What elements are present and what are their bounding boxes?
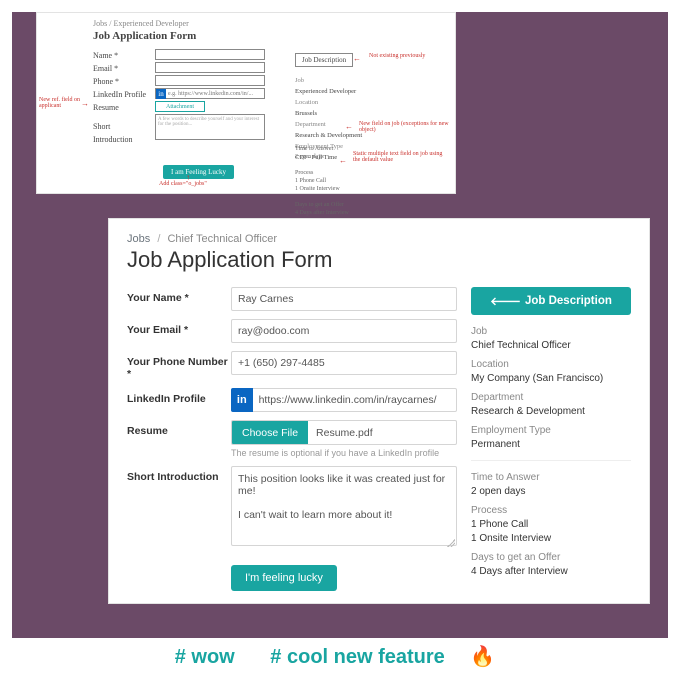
- fire-icon: 🔥: [470, 646, 495, 668]
- sketch-jobdesc-button: Job Description: [295, 53, 353, 67]
- phone-input[interactable]: [231, 351, 457, 375]
- email-input[interactable]: [231, 319, 457, 343]
- submit-button[interactable]: I'm feeling lucky: [231, 565, 337, 591]
- form-column: Your Name * Your Email * Your Phone Numb…: [127, 287, 457, 591]
- annotation-static-field: Static multiple text field on job using …: [353, 151, 443, 163]
- breadcrumb-current: Experienced Developer: [113, 19, 188, 28]
- name-input[interactable]: [231, 287, 457, 311]
- job-timing: Time to Answer2 open days Process 1 Phon…: [471, 471, 631, 579]
- breadcrumb-root[interactable]: Jobs: [93, 19, 107, 28]
- label-email: Your Email *: [127, 319, 231, 336]
- sketch-mockup-panel: Jobs / Experienced Developer Job Applica…: [36, 12, 456, 194]
- label-name: Your Name *: [127, 287, 231, 304]
- breadcrumb-current: Chief Technical Officer: [167, 233, 277, 245]
- job-application-card: Jobs / Chief Technical Officer Job Appli…: [108, 218, 650, 604]
- linkedin-icon: in: [231, 388, 253, 412]
- label-resume: Resume: [127, 420, 231, 437]
- hashtag-wow: # wow: [175, 646, 235, 668]
- linkedin-icon: in: [156, 89, 166, 99]
- annotation-not-existing: Not existing previously: [369, 53, 425, 59]
- label-phone: Your Phone Number *: [127, 351, 231, 380]
- arrow-icon: ←: [339, 156, 347, 165]
- breadcrumb: Jobs / Chief Technical Officer: [127, 233, 631, 245]
- sketch-title: Job Application Form: [93, 30, 196, 42]
- label-linkedin: LinkedIn Profile: [127, 388, 231, 405]
- choose-file-button[interactable]: Choose File: [232, 421, 308, 444]
- divider: [471, 460, 631, 461]
- hashtag-footer: # wow # cool new feature 🔥: [0, 644, 680, 669]
- arrow-icon: ←: [353, 54, 361, 63]
- label-intro: Short Introduction: [127, 466, 231, 483]
- sketch-field-labels: Name * Email * Phone * LinkedIn Profile …: [93, 49, 151, 133]
- intro-textarea[interactable]: [231, 466, 457, 546]
- sketch-field-inputs: ine.g. https://www.linkedin.com/in/... A…: [155, 49, 265, 140]
- sketch-breadcrumb: Jobs / Experienced Developer: [93, 19, 189, 28]
- annotation-new-field-job: New field on job (exceptions for new obj…: [359, 121, 449, 133]
- arrow-icon: →: [81, 99, 89, 108]
- hashtag-cool: # cool new feature 🔥: [260, 646, 505, 668]
- sidebar-column: 🡐 Job Description JobChief Technical Off…: [471, 287, 631, 591]
- job-description-button[interactable]: 🡐 Job Description: [471, 287, 631, 315]
- arrow-left-icon: 🡐: [490, 294, 521, 308]
- sketch-submit-button: I am Feeling Lucky: [163, 165, 234, 179]
- resume-hint: The resume is optional if you have a Lin…: [231, 448, 457, 458]
- arrow-icon: ←: [345, 122, 353, 131]
- linkedin-input[interactable]: [253, 388, 457, 412]
- chosen-filename: Resume.pdf: [308, 421, 456, 444]
- job-meta: JobChief Technical Officer LocationMy Co…: [471, 325, 631, 452]
- breadcrumb-root-link[interactable]: Jobs: [127, 233, 150, 245]
- page-title: Job Application Form: [127, 247, 631, 273]
- annotation-add-class: Add class="o_jobs": [159, 181, 207, 187]
- arrow-icon: →: [183, 174, 192, 182]
